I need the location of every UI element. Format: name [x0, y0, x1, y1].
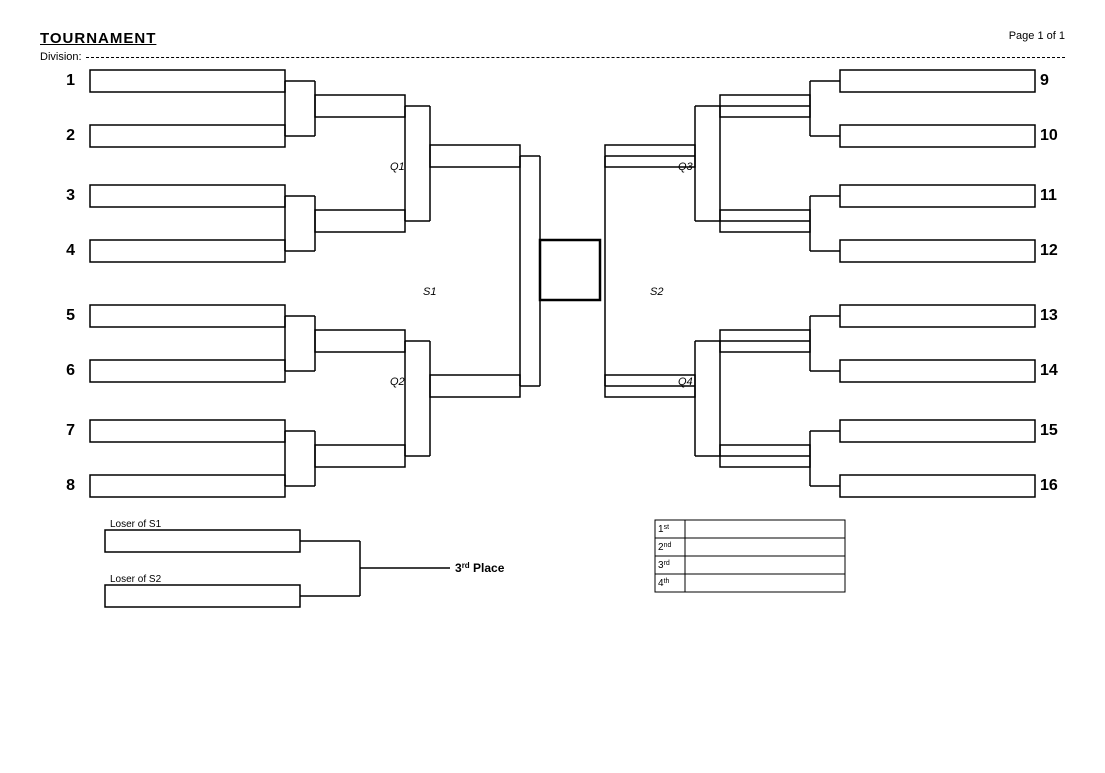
svg-text:4th: 4th: [658, 578, 670, 590]
svg-text:11: 11: [1040, 187, 1057, 204]
svg-text:10: 10: [1040, 127, 1058, 144]
svg-text:Loser of S2: Loser of S2: [110, 574, 162, 585]
page-number: Page 1 of 1: [1009, 30, 1065, 42]
svg-text:6: 6: [66, 362, 75, 379]
svg-text:16: 16: [1040, 477, 1058, 494]
svg-text:2: 2: [66, 127, 75, 144]
svg-text:1: 1: [66, 72, 75, 89]
svg-text:S1: S1: [423, 286, 436, 298]
svg-text:Loser of S1: Loser of S1: [110, 519, 162, 530]
header: TOURNAMENT Page 1 of 1: [40, 30, 1065, 47]
svg-text:12: 12: [1040, 242, 1058, 259]
svg-text:13: 13: [1040, 307, 1058, 324]
svg-text:Q1: Q1: [390, 161, 405, 173]
svg-text:Q2: Q2: [390, 376, 405, 388]
svg-text:Q4: Q4: [678, 376, 693, 388]
svg-text:3rd Place: 3rd Place: [455, 561, 505, 576]
svg-text:8: 8: [66, 477, 75, 494]
svg-text:7: 7: [66, 422, 75, 439]
svg-text:Q3: Q3: [678, 161, 694, 173]
bracket-svg: 1 2 3 4 5 6 7 8 9 10 11 12 13 14 15 16 Q…: [30, 55, 1080, 675]
svg-text:1st: 1st: [658, 524, 669, 536]
svg-text:5: 5: [66, 307, 75, 324]
svg-text:4: 4: [66, 242, 75, 259]
svg-text:S2: S2: [650, 286, 663, 298]
svg-text:14: 14: [1040, 362, 1058, 379]
tournament-page: TOURNAMENT Page 1 of 1 Division:: [0, 0, 1105, 773]
svg-text:3: 3: [66, 187, 75, 204]
svg-text:2nd: 2nd: [658, 542, 671, 554]
tournament-title: TOURNAMENT: [40, 30, 156, 47]
svg-text:9: 9: [1040, 72, 1049, 89]
svg-text:3rd: 3rd: [658, 560, 670, 572]
svg-text:15: 15: [1040, 422, 1058, 439]
